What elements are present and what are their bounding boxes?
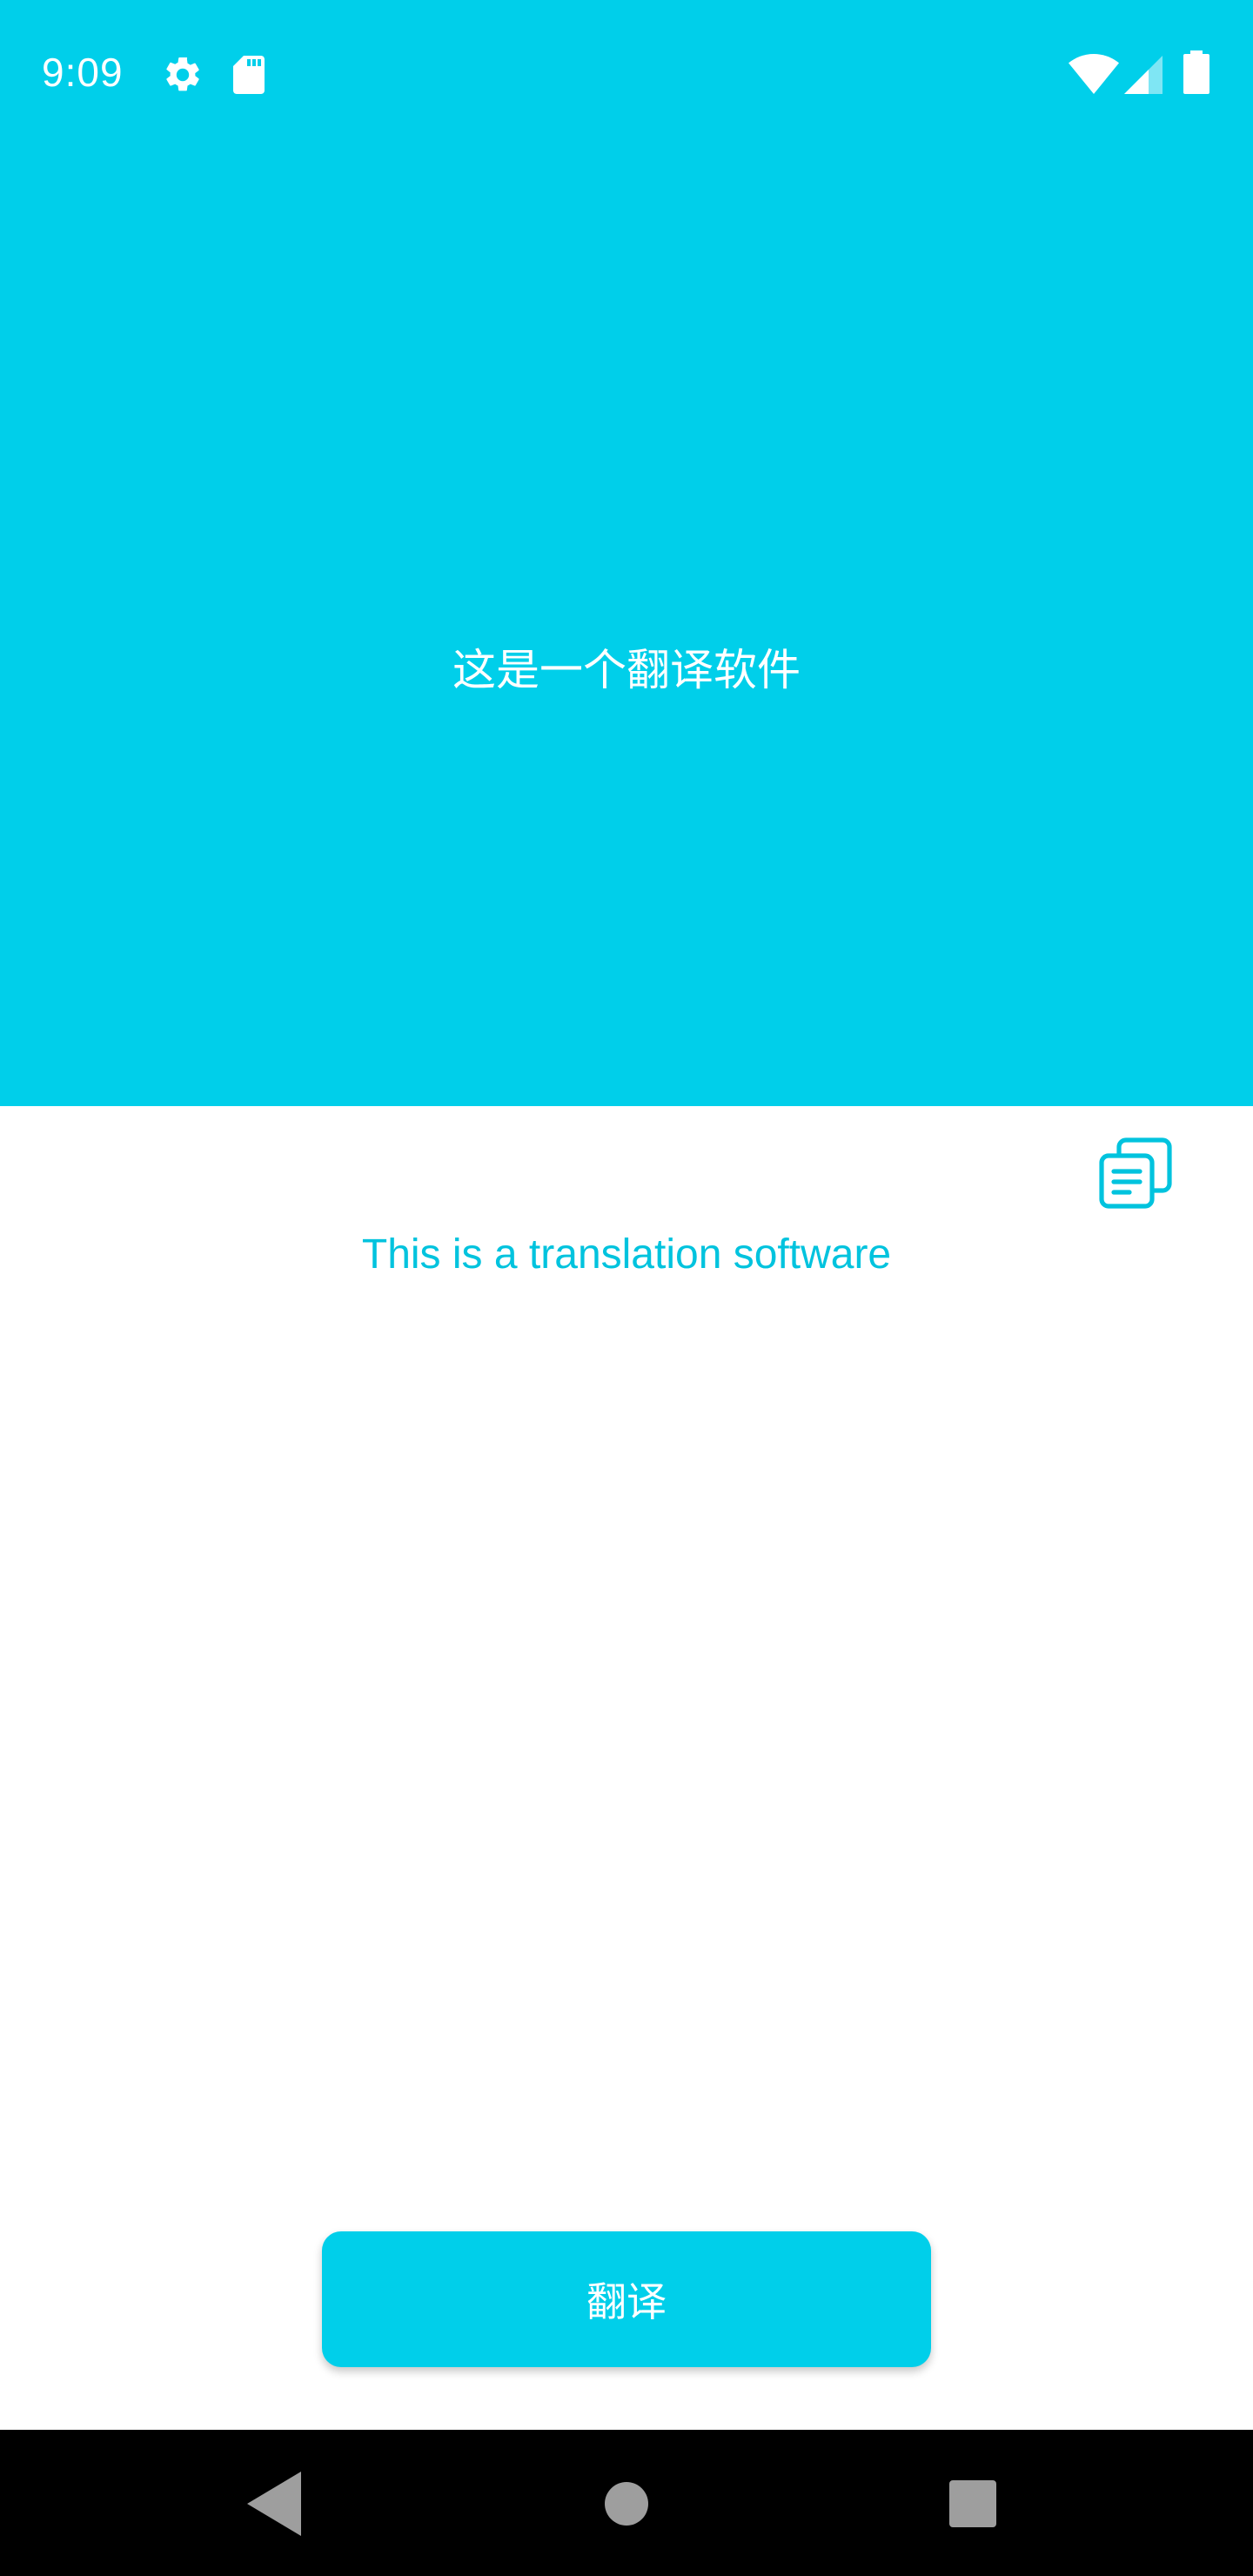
- status-time: 9:09: [42, 50, 124, 95]
- wifi-icon: [1069, 54, 1119, 94]
- app-screen: 9:09 这是一个翻译软件 This is a translation soft…: [0, 0, 1253, 2576]
- source-panel[interactable]: 9:09 这是一个翻译软件: [0, 0, 1253, 1106]
- back-icon[interactable]: [237, 2465, 315, 2543]
- recents-icon[interactable]: [934, 2465, 1012, 2543]
- battery-icon: [1183, 50, 1209, 94]
- gear-icon: [166, 57, 199, 91]
- source-text: 这是一个翻译软件: [452, 645, 801, 695]
- result-text: This is a translation software: [361, 1231, 892, 1278]
- translate-button[interactable]: 翻译: [322, 2231, 931, 2367]
- cell-signal-icon: [1124, 56, 1163, 94]
- home-icon[interactable]: [587, 2465, 666, 2543]
- copy-icon[interactable]: [1098, 1137, 1173, 1211]
- sd-card-icon: [233, 56, 265, 94]
- navigation-bar: [0, 2430, 1253, 2576]
- status-bar: 9:09: [0, 0, 1253, 148]
